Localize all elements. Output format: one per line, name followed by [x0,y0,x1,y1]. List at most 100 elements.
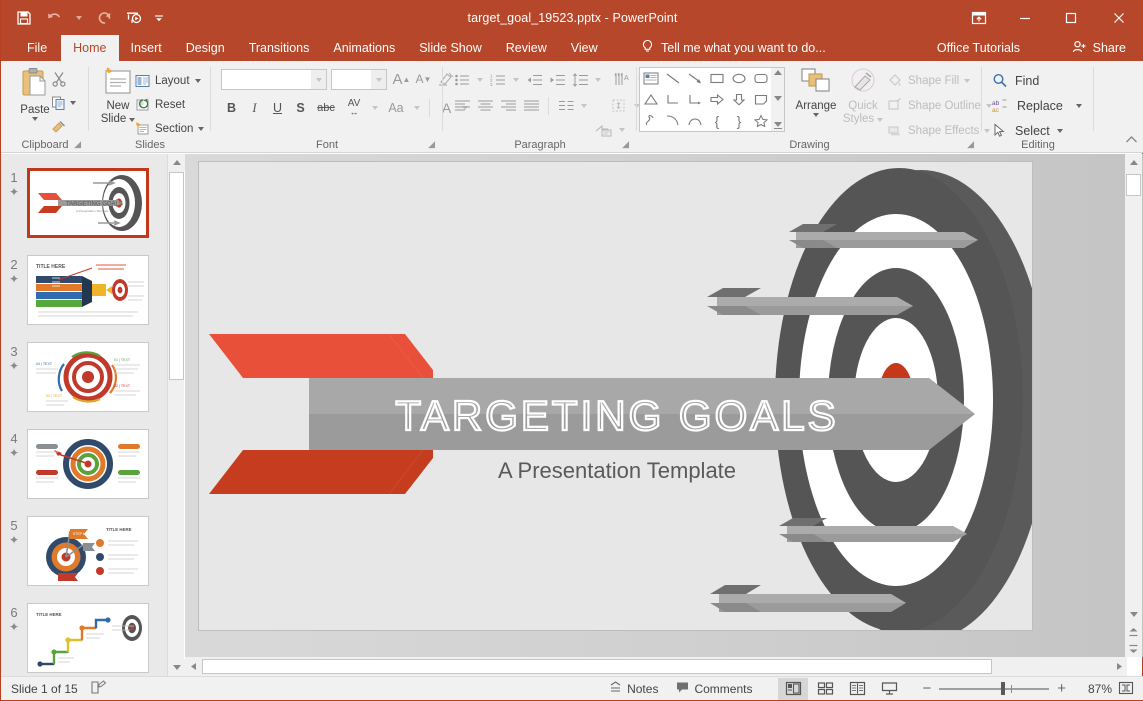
increase-indent-button[interactable] [546,69,568,90]
shape-curve-icon[interactable] [662,110,684,131]
share-button[interactable]: Share [1062,35,1136,61]
justify-button[interactable] [520,95,542,116]
shapes-gallery-scrollbar[interactable] [771,67,785,132]
maximize-icon[interactable] [1048,0,1094,35]
change-case-dropdown-icon[interactable] [411,97,423,119]
shape-oval-icon[interactable] [728,68,750,89]
font-size-dropdown-icon[interactable] [371,70,386,89]
thumbnail-slide-2[interactable]: 2 ✦ TITLE HERE [1,255,167,325]
minimize-icon[interactable] [1002,0,1048,35]
zoom-level-label[interactable]: 87% [1074,682,1112,696]
thumbnail-scroll-down-icon[interactable] [168,659,185,676]
next-slide-icon[interactable] [1125,640,1142,657]
replace-dropdown-icon[interactable] [1076,104,1082,108]
shape-fill-dropdown-icon[interactable] [964,79,970,83]
underline-button[interactable]: U [267,97,288,119]
tab-animations[interactable]: Animations [321,35,407,61]
zoom-in-button[interactable]: + [1051,678,1072,700]
section-button[interactable]: Section [135,117,204,141]
decrease-font-size-button[interactable]: A▼ [413,68,434,90]
shape-triangle-icon[interactable] [640,89,662,110]
office-tutorials-link[interactable]: Office Tutorials [937,35,1020,61]
strikethrough-button[interactable]: abc [313,97,339,119]
canvas-horizontal-scrollbar[interactable] [185,657,1127,676]
tab-review[interactable]: Review [494,35,559,61]
shape-fill-button[interactable]: Shape Fill [887,70,992,91]
replace-button[interactable]: abac Replace [992,94,1082,117]
thumbnail-slide-5[interactable]: 5 ✦ STEP 1 TITLE HERE [1,516,167,586]
drawing-dialog-launcher[interactable]: ◢ [967,139,974,150]
thumbnail-preview[interactable]: 01 | TEXT 02 | TEXT 04 | TEXT 03 | TEXT [27,342,149,412]
change-case-button[interactable]: Aa [383,97,409,119]
slide-show-view-button[interactable] [874,678,904,700]
align-right-button[interactable] [497,95,519,116]
save-icon[interactable] [9,3,39,33]
normal-view-button[interactable] [778,678,808,700]
shape-arc-icon[interactable] [684,110,706,131]
canvas-vertical-scrollbar[interactable] [1125,154,1142,657]
quick-styles-dropdown-icon[interactable] [877,118,883,122]
shape-right-arrow-icon[interactable] [706,89,728,110]
shape-scribble-icon[interactable] [640,110,662,131]
undo-icon[interactable] [39,3,69,33]
shape-right-brace-icon[interactable]: } [728,110,750,131]
canvas-vscroll-thumb[interactable] [1126,174,1141,196]
shape-line-icon[interactable] [662,68,684,89]
shape-star-icon[interactable] [750,110,772,131]
numbering-button[interactable]: 123 [487,69,509,90]
tab-file[interactable]: File [13,35,61,61]
columns-button[interactable] [555,95,577,116]
thumbnail-preview[interactable]: TARGETING GOALS A Presentation Template [27,168,149,238]
copy-dropdown-icon[interactable] [70,101,76,105]
shape-elbow-connector-icon[interactable] [662,89,684,110]
section-dropdown-icon[interactable] [198,127,204,131]
shapes-gallery[interactable]: { } [639,67,773,132]
start-presentation-icon[interactable] [119,3,149,33]
notes-page-icon[interactable] [90,680,107,698]
thumbnail-scroll-thumb[interactable] [169,172,184,380]
redo-icon[interactable] [89,3,119,33]
shape-elbow-arrow-connector-icon[interactable] [684,89,706,110]
tab-home[interactable]: Home [61,35,118,61]
thumbnail-pane-scrollbar[interactable] [167,154,184,676]
tab-slide-show[interactable]: Slide Show [407,35,494,61]
reset-button[interactable]: Reset [135,93,204,117]
character-spacing-dropdown-icon[interactable] [369,97,381,119]
zoom-out-button[interactable]: − [916,678,937,700]
text-direction-button[interactable]: A [612,69,634,90]
convert-to-smartart-button[interactable] [593,119,615,140]
slide-indicator[interactable]: Slide 1 of 15 [11,682,78,696]
thumbnail-preview[interactable] [27,429,149,499]
find-button[interactable]: Find [992,69,1082,92]
canvas-scroll-down-icon[interactable] [1125,606,1142,623]
font-dialog-launcher[interactable]: ◢ [428,139,435,150]
thumbnail-preview[interactable]: TITLE HERE [27,603,149,673]
shape-folded-corner-icon[interactable] [750,89,772,110]
ribbon-display-options-icon[interactable] [956,0,1002,35]
paragraph-dialog-launcher[interactable]: ◢ [622,139,629,150]
clipboard-dialog-launcher[interactable]: ◢ [74,139,81,150]
tab-view[interactable]: View [559,35,610,61]
italic-button[interactable]: I [244,97,265,119]
layout-dropdown-icon[interactable] [195,79,201,83]
bullets-dropdown-icon[interactable] [474,69,486,90]
collapse-ribbon-icon[interactable] [1125,134,1138,148]
thumbnail-slide-1[interactable]: 1 ✦ TARGETING GOALS A Presentation Tem [1,168,167,238]
text-shadow-button[interactable]: S [290,97,311,119]
shape-outline-button[interactable]: Shape Outline [887,95,992,116]
decrease-indent-button[interactable] [523,69,545,90]
shapes-scroll-up-icon[interactable] [774,70,782,75]
previous-slide-icon[interactable] [1125,623,1142,640]
slide-sorter-view-button[interactable] [810,678,840,700]
close-icon[interactable] [1094,0,1143,35]
shape-arrow-icon[interactable] [684,68,706,89]
thumbnail-preview[interactable]: STEP 1 TITLE HERE [27,516,149,586]
font-name-input[interactable] [221,69,327,90]
align-text-button[interactable] [608,95,630,116]
select-dropdown-icon[interactable] [1057,129,1063,133]
layout-button[interactable]: Layout [135,69,204,93]
zoom-slider[interactable] [939,678,1049,700]
bold-button[interactable]: B [221,97,242,119]
line-spacing-button[interactable] [569,69,591,90]
customize-qat-icon[interactable] [149,3,169,33]
